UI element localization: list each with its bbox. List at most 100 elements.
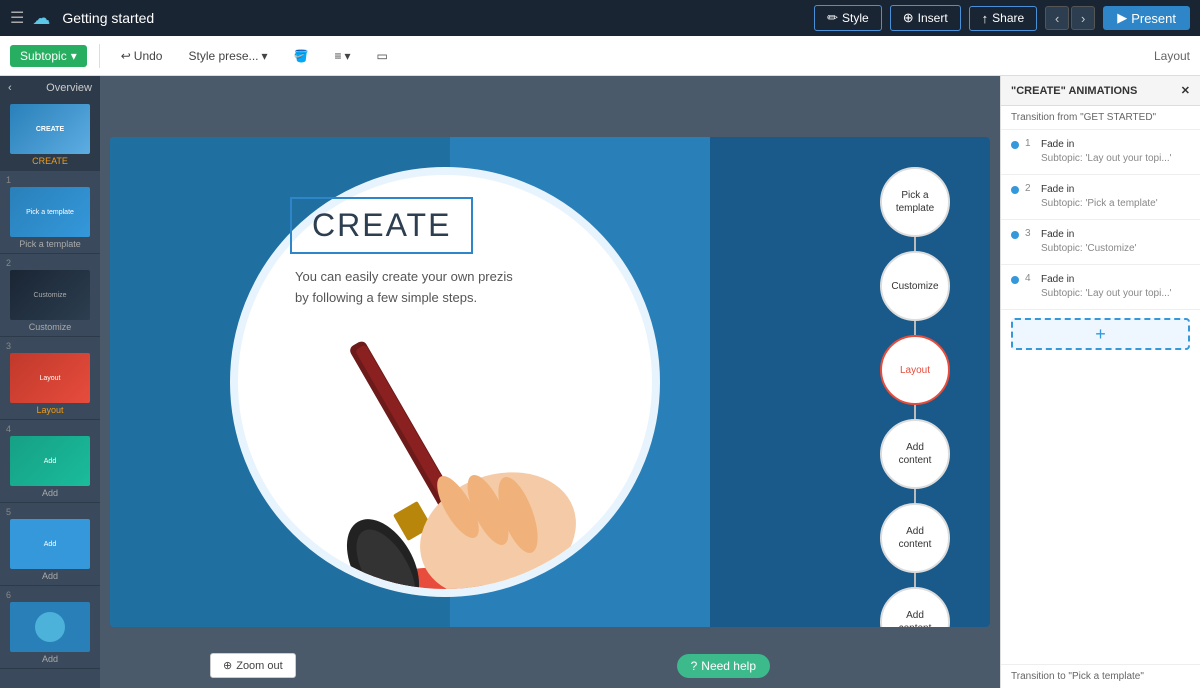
right-panel: "CREATE" ANIMATIONS ✕ Transition from "G… xyxy=(1000,76,1200,688)
panel-header: ‹ Overview xyxy=(0,76,100,100)
slide-3-img: Layout xyxy=(10,353,90,403)
bubble-line-0 xyxy=(914,237,916,251)
slide-4-label: Add xyxy=(42,488,58,498)
thumb-create-text: CREATE xyxy=(36,126,64,133)
right-panel-subtitle: Transition from "GET STARTED" xyxy=(1001,106,1200,130)
lines-button[interactable]: ≡ ▾ xyxy=(326,44,360,68)
need-help-button[interactable]: ? Need help xyxy=(677,654,770,678)
prev-arrow[interactable]: ‹ xyxy=(1045,6,1069,30)
zoom-out-button[interactable]: ⊕ Zoom out xyxy=(210,653,296,678)
next-arrow[interactable]: › xyxy=(1071,6,1095,30)
canvas-title: CREATE xyxy=(312,207,451,243)
toolbar-divider-1 xyxy=(99,44,100,68)
right-panel-title: "CREATE" ANIMATIONS xyxy=(1011,85,1137,97)
slide-thumb-4[interactable]: 4 Add Add xyxy=(0,420,100,503)
share-label: Share xyxy=(992,11,1024,25)
animation-text-3[interactable]: Fade in Subtopic: 'Customize' xyxy=(1041,228,1137,256)
animation-item-4: 4 Fade in Subtopic: 'Lay out your topi..… xyxy=(1001,265,1200,310)
bubble-line-2 xyxy=(914,405,916,419)
style-preset-label: Style prese... xyxy=(188,49,258,63)
slide-thumb-3[interactable]: 3 Layout Layout xyxy=(0,337,100,420)
color-bucket-icon: 🪣 xyxy=(294,49,309,63)
animation-bullet-2 xyxy=(1011,186,1019,194)
nav-arrows: ‹ › xyxy=(1045,6,1095,30)
canvas-area: CREATE You can easily create your own pr… xyxy=(100,76,1000,688)
canvas-title-box[interactable]: CREATE xyxy=(290,197,473,254)
color-bucket-button[interactable]: 🪣 xyxy=(285,44,318,68)
slide-num-1: 1 xyxy=(6,175,11,185)
undo-label: Undo xyxy=(134,49,163,63)
zoom-out-icon: ⊕ xyxy=(223,659,232,672)
style-button[interactable]: ✏ Style xyxy=(814,5,882,31)
slide-num-3: 3 xyxy=(6,341,11,351)
slide-5-label: Add xyxy=(42,571,58,581)
style-icon: ✏ xyxy=(827,10,838,26)
subtopic-label: Subtopic xyxy=(20,49,67,63)
canvas-slide[interactable]: CREATE You can easily create your own pr… xyxy=(110,137,990,627)
slide-create-img: CREATE xyxy=(10,104,90,154)
animation-num-3: 3 xyxy=(1025,228,1035,239)
undo-button[interactable]: ↩ Undo xyxy=(112,44,172,68)
insert-button[interactable]: ⊕ Insert xyxy=(890,5,961,31)
subtopic-dropdown-icon: ▾ xyxy=(71,49,77,63)
zoom-out-label: Zoom out xyxy=(236,660,282,672)
slide-3-label: Layout xyxy=(36,405,63,415)
animation-text-2[interactable]: Fade in Subtopic: 'Pick a template' xyxy=(1041,183,1158,211)
canvas-body-text: You can easily create your own prezis by… xyxy=(295,267,515,309)
app-title: Getting started xyxy=(62,10,806,26)
layout-toggle-icon: ▭ xyxy=(377,49,388,63)
add-icon: + xyxy=(1095,324,1106,345)
share-icon: ↑ xyxy=(982,11,989,26)
slide-6-img xyxy=(10,602,90,652)
main-layout: ‹ Overview CREATE CREATE 1 Pick a templa… xyxy=(0,76,1200,688)
right-panel-header: "CREATE" ANIMATIONS ✕ xyxy=(1001,76,1200,106)
hamburger-icon[interactable]: ☰ xyxy=(10,8,24,28)
bubble-4[interactable]: Addcontent xyxy=(880,503,950,573)
bubble-2[interactable]: Layout xyxy=(880,335,950,405)
slide-4-img: Add xyxy=(10,436,90,486)
slide-create-label: CREATE xyxy=(32,156,68,166)
animation-num-1: 1 xyxy=(1025,138,1035,149)
style-preset-button[interactable]: Style prese... ▾ xyxy=(179,44,276,68)
layout-toggle-button[interactable]: ▭ xyxy=(368,44,397,68)
top-nav: ☰ ☁ Getting started ✏ Style ⊕ Insert ↑ S… xyxy=(0,0,1200,36)
lines-dropdown-icon: ▾ xyxy=(345,49,351,63)
slide-num-6: 6 xyxy=(6,590,11,600)
panel-arrow-left[interactable]: ‹ xyxy=(8,82,12,94)
slide-thumb-1[interactable]: 1 Pick a template Pick a template xyxy=(0,171,100,254)
present-button[interactable]: ▶ Present xyxy=(1103,6,1190,30)
bubble-line-4 xyxy=(914,573,916,587)
add-animation-button[interactable]: + xyxy=(1011,318,1190,350)
slide-2-label: Customize xyxy=(29,322,72,332)
slide-thumb-create[interactable]: CREATE CREATE xyxy=(0,100,100,171)
animation-item-2: 2 Fade in Subtopic: 'Pick a template' xyxy=(1001,175,1200,220)
bubble-5[interactable]: Addcontent xyxy=(880,587,950,627)
undo-icon: ↩ xyxy=(121,49,131,63)
slide-1-label: Pick a template xyxy=(19,239,81,249)
slide-thumb-2[interactable]: 2 Customize Customize xyxy=(0,254,100,337)
present-play-icon: ▶ xyxy=(1117,10,1127,26)
slide-thumb-5[interactable]: 5 Add Add xyxy=(0,503,100,586)
slide-num-5: 5 xyxy=(6,507,11,517)
share-button[interactable]: ↑ Share xyxy=(969,6,1038,31)
animation-bullet-1 xyxy=(1011,141,1019,149)
layout-label: Layout xyxy=(1154,49,1190,63)
slide-num-2: 2 xyxy=(6,258,11,268)
need-help-label: Need help xyxy=(701,659,756,673)
bubble-1[interactable]: Customize xyxy=(880,251,950,321)
bubble-3[interactable]: Addcontent xyxy=(880,419,950,489)
slide-2-img: Customize xyxy=(10,270,90,320)
animation-num-4: 4 xyxy=(1025,273,1035,284)
animation-text-1[interactable]: Fade in Subtopic: 'Lay out your topi...' xyxy=(1041,138,1172,166)
close-icon[interactable]: ✕ xyxy=(1181,84,1190,97)
animation-text-4[interactable]: Fade in Subtopic: 'Lay out your topi...' xyxy=(1041,273,1172,301)
subtopic-button[interactable]: Subtopic ▾ xyxy=(10,45,87,67)
animation-bullet-4 xyxy=(1011,276,1019,284)
slide-thumb-6[interactable]: 6 Add xyxy=(0,586,100,669)
bubble-line-3 xyxy=(914,489,916,503)
animation-bullet-3 xyxy=(1011,231,1019,239)
bubble-0[interactable]: Pick atemplate xyxy=(880,167,950,237)
bubble-line-1 xyxy=(914,321,916,335)
left-panel: ‹ Overview CREATE CREATE 1 Pick a templa… xyxy=(0,76,100,688)
logo-icon: ☁ xyxy=(32,8,50,29)
